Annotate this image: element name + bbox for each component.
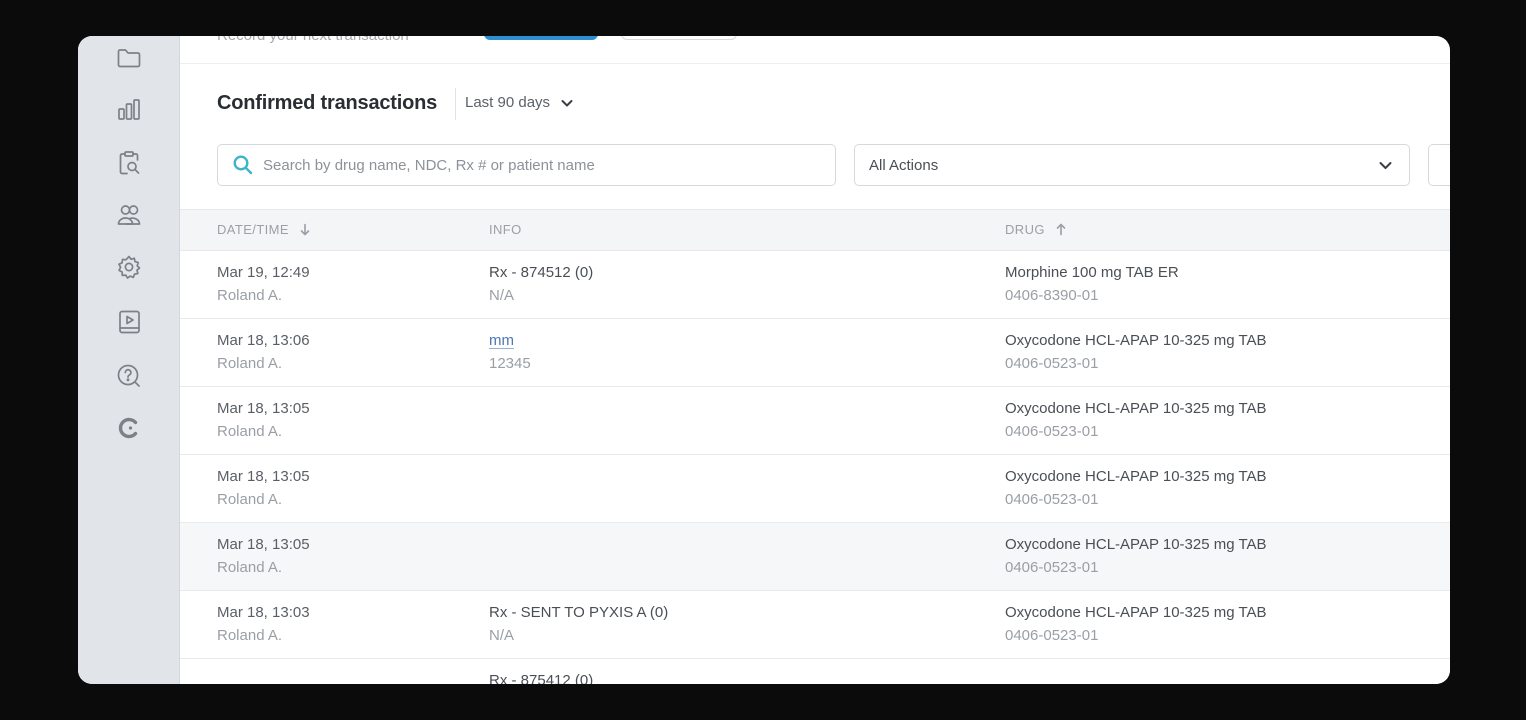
table-header: DATE/TIME INFO DRUG (180, 209, 1450, 251)
drug-cell: Morphine 100 mg TAB ER 0406-8390-01 (1005, 264, 1179, 304)
logo-icon (115, 414, 143, 442)
actions-filter-select[interactable]: All Actions (854, 144, 1410, 186)
column-header-drug[interactable]: DRUG (1005, 222, 1067, 237)
drug-cell: Oxycodone HCL-APAP 10-325 mg TAB 0406-052… (1005, 332, 1267, 372)
sort-ascending-icon (1056, 223, 1066, 236)
gear-icon[interactable] (115, 253, 143, 281)
drug-cell: Oxycodone HCL-APAP 10-325 mg TAB 0406-052… (1005, 604, 1267, 644)
page-title: Confirmed transactions (217, 92, 438, 114)
table-row[interactable]: Rx - 875412 (0) (180, 659, 1450, 684)
datetime-cell: Mar 18, 13:05 Roland A. (217, 400, 310, 440)
record-secondary-button[interactable] (621, 36, 737, 40)
main-content: Record your next transaction Confirmed t… (180, 36, 1450, 684)
date-range-label: Last 90 days (465, 94, 551, 111)
info-cell: Rx - 874512 (0) N/A (489, 264, 594, 304)
drug-cell: Oxycodone HCL-APAP 10-325 mg TAB 0406-052… (1005, 468, 1267, 508)
additional-filter-select[interactable] (1428, 144, 1450, 186)
drug-cell: Oxycodone HCL-APAP 10-325 mg TAB 0406-052… (1005, 536, 1267, 576)
sort-descending-icon (300, 223, 310, 236)
datetime-cell: Mar 19, 12:49 Roland A. (217, 264, 310, 304)
record-primary-button[interactable] (484, 36, 598, 40)
table-row[interactable]: Mar 19, 12:49 Roland A. Rx - 874512 (0) N/… (180, 251, 1450, 319)
transactions-table: DATE/TIME INFO DRUG Mar 19, 12:49 Roland … (180, 209, 1450, 684)
chevron-down-icon (561, 99, 573, 106)
title-divider (455, 88, 456, 120)
info-cell: Rx - 875412 (0) (489, 672, 594, 684)
bar-chart-icon[interactable] (115, 96, 143, 124)
record-prompt: Record your next transaction (217, 36, 409, 44)
search-input[interactable] (263, 156, 823, 174)
column-header-info[interactable]: INFO (489, 222, 522, 237)
table-row[interactable]: Mar 18, 13:06 Roland A. mm 12345 Oxycodone… (180, 319, 1450, 387)
users-icon[interactable] (115, 201, 143, 229)
clipboard-search-icon[interactable] (115, 149, 143, 177)
video-guide-icon[interactable] (115, 308, 143, 336)
chevron-down-icon (1379, 161, 1392, 169)
column-header-datetime[interactable]: DATE/TIME (217, 222, 311, 237)
table-row[interactable]: Mar 18, 13:05 Roland A. Oxycodone HCL-APA… (180, 455, 1450, 523)
datetime-cell: Mar 18, 13:05 Roland A. (217, 468, 310, 508)
search-field[interactable] (217, 144, 836, 186)
help-icon[interactable] (115, 362, 143, 390)
sidebar (78, 36, 180, 684)
drug-cell: Oxycodone HCL-APAP 10-325 mg TAB 0406-052… (1005, 400, 1267, 440)
table-row-hovered[interactable]: Mar 18, 13:05 Roland A. Oxycodone HCL-APA… (180, 523, 1450, 591)
table-row[interactable]: Mar 18, 13:03 Roland A. Rx - SENT TO PYXI… (180, 591, 1450, 659)
table-row[interactable]: Mar 18, 13:05 Roland A. Oxycodone HCL-APA… (180, 387, 1450, 455)
folder-icon[interactable] (115, 44, 143, 72)
info-cell: mm 12345 (489, 332, 531, 372)
datetime-cell: Mar 18, 13:06 Roland A. (217, 332, 310, 372)
info-cell: Rx - SENT TO PYXIS A (0) N/A (489, 604, 669, 644)
app-window: Record your next transaction Confirmed t… (78, 36, 1450, 684)
info-link[interactable]: mm (489, 332, 514, 349)
date-range-select[interactable]: Last 90 days (465, 94, 574, 111)
record-transaction-bar: Record your next transaction (180, 36, 1450, 64)
datetime-cell: Mar 18, 13:03 Roland A. (217, 604, 310, 644)
actions-filter-value: All Actions (869, 156, 939, 174)
datetime-cell: Mar 18, 13:05 Roland A. (217, 536, 310, 576)
search-icon (233, 155, 253, 175)
